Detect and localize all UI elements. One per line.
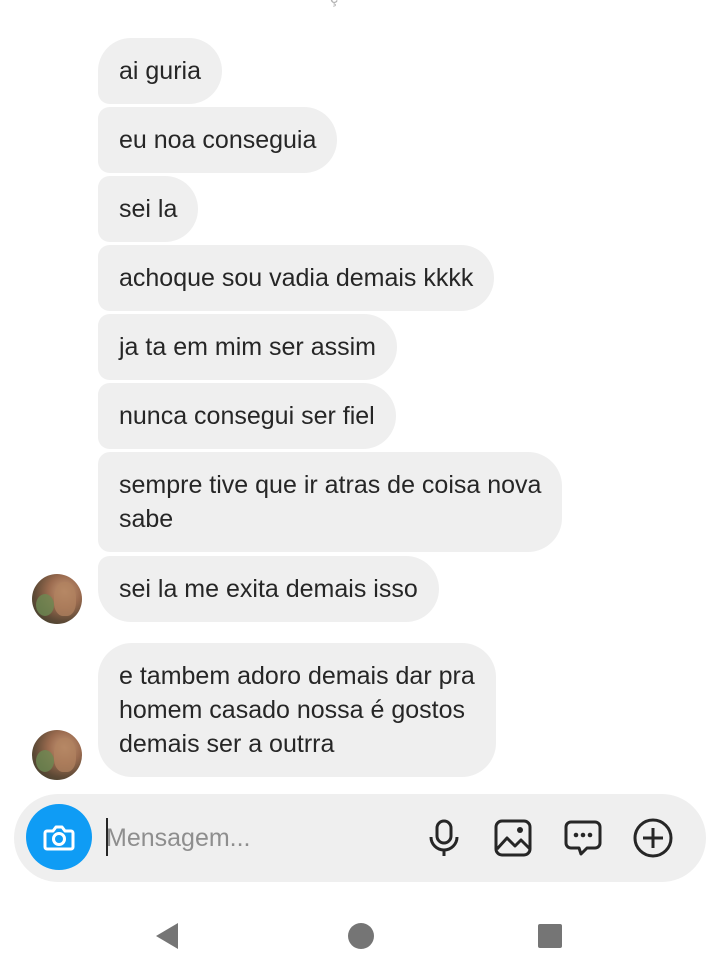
home-icon bbox=[348, 923, 374, 949]
chat-screen: ç ai guria eu noa conseguia sei la achoq… bbox=[0, 0, 720, 979]
sticker-icon bbox=[564, 820, 602, 856]
message-bubble[interactable]: achoque sou vadia demais kkkk bbox=[98, 245, 495, 311]
message-bubble[interactable]: ai guria bbox=[98, 38, 222, 104]
back-icon bbox=[156, 923, 178, 949]
gallery-button[interactable] bbox=[491, 816, 535, 860]
voice-button[interactable] bbox=[422, 816, 466, 860]
message-bubble[interactable]: sei la bbox=[98, 176, 199, 242]
message-bubble[interactable]: sempre tive que ir atras de coisa nova s… bbox=[98, 452, 563, 552]
message-composer bbox=[14, 794, 706, 882]
gallery-icon bbox=[494, 819, 532, 857]
message-bubble[interactable]: eu noa conseguia bbox=[98, 107, 338, 173]
nav-recents-button[interactable] bbox=[534, 920, 566, 952]
message-bubble[interactable]: ja ta em mim ser assim bbox=[98, 314, 397, 380]
system-navigation-bar bbox=[0, 898, 720, 979]
nav-back-button[interactable] bbox=[152, 920, 182, 952]
camera-button[interactable] bbox=[26, 804, 92, 870]
message-bubble[interactable]: e tambem adoro demais dar pra homem casa… bbox=[98, 643, 496, 777]
nav-home-button[interactable] bbox=[345, 920, 377, 952]
plus-icon bbox=[633, 818, 673, 858]
sender-avatar[interactable] bbox=[32, 730, 82, 780]
sender-avatar[interactable] bbox=[32, 574, 82, 624]
recents-icon bbox=[538, 924, 562, 948]
more-button[interactable] bbox=[631, 816, 675, 860]
message-bubble[interactable]: sei la me exita demais isso bbox=[98, 556, 439, 622]
cut-off-header-text: ç bbox=[330, 0, 338, 8]
sticker-button[interactable] bbox=[561, 816, 605, 860]
message-bubble[interactable]: nunca consegui ser fiel bbox=[98, 383, 396, 449]
message-input[interactable] bbox=[106, 818, 406, 858]
microphone-icon bbox=[429, 819, 459, 856]
camera-icon bbox=[43, 825, 75, 851]
